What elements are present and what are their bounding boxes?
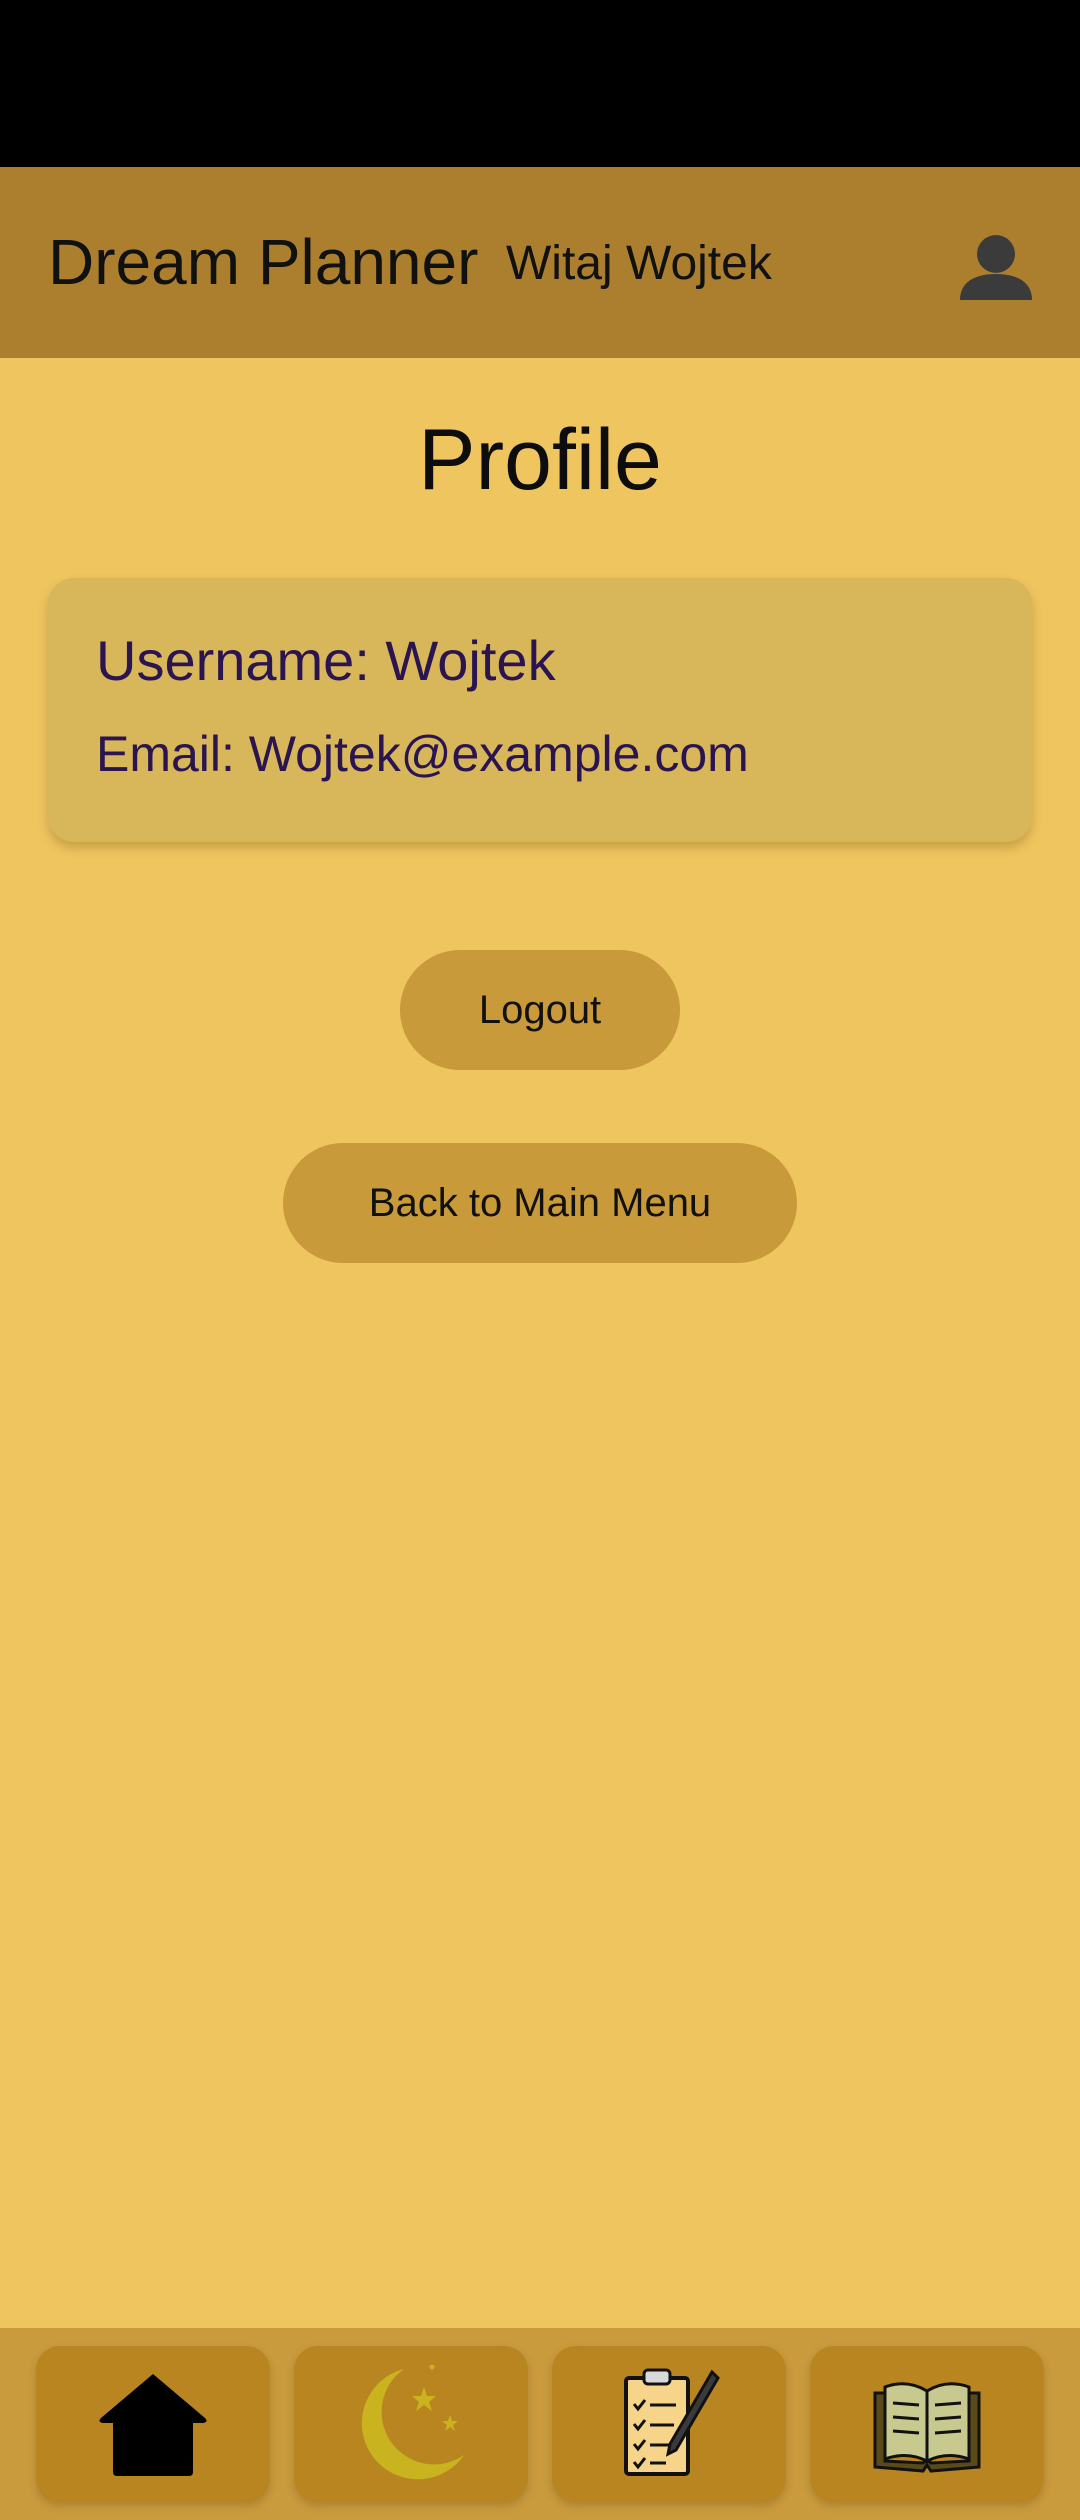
profile-button[interactable] [950,222,1042,314]
page-title: Profile [418,412,662,508]
clipboard-checklist-icon [624,2368,720,2476]
greeting-text: Witaj Wojtek [506,237,772,290]
person-icon [960,235,1032,300]
nav-item-dreams[interactable] [294,2346,528,2502]
logout-button[interactable]: Logout [400,950,680,1070]
nav-item-home[interactable] [36,2346,270,2502]
profile-card: Username: Wojtek Email: Wojtek@example.c… [48,578,1032,842]
app-title: Dream Planner [48,226,479,298]
nav-item-tasks[interactable] [552,2346,786,2502]
username-text: Username: Wojtek [96,629,556,692]
open-book-icon [873,2382,981,2473]
nav-item-journal[interactable] [810,2346,1044,2502]
email-text: Email: Wojtek@example.com [96,726,749,782]
home-icon [99,2374,207,2476]
moon-stars-icon [361,2364,464,2480]
back-to-main-menu-button[interactable]: Back to Main Menu [283,1143,797,1263]
status-bar [0,0,1080,167]
